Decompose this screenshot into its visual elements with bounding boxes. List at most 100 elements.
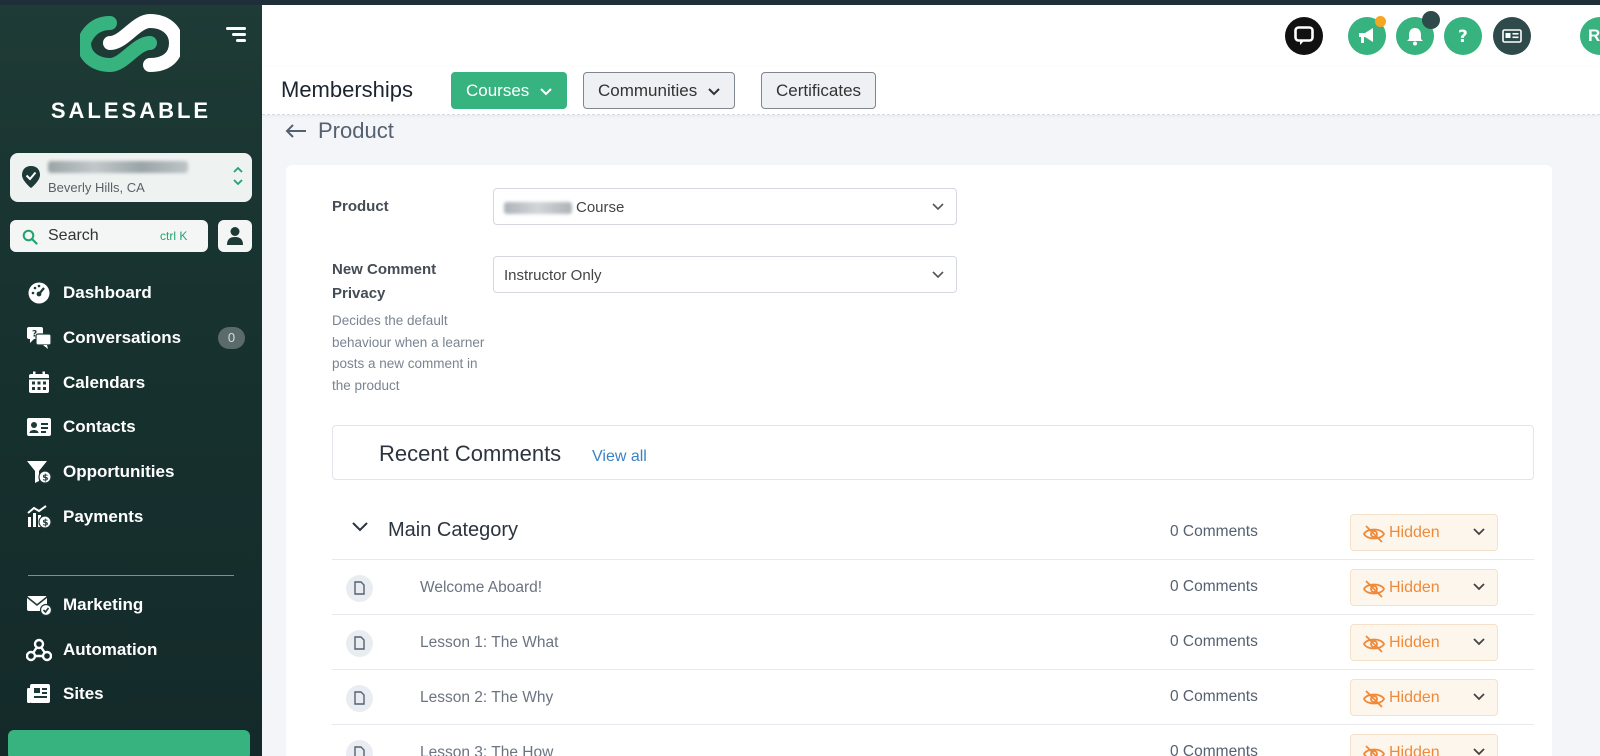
comment-privacy-select[interactable]: Instructor Only bbox=[493, 256, 957, 293]
search-icon bbox=[22, 229, 38, 245]
sidebar-item-dashboard[interactable]: Dashboard bbox=[26, 278, 251, 308]
tab-label: Certificates bbox=[776, 81, 862, 100]
user-avatar[interactable]: RL bbox=[1580, 17, 1600, 55]
visibility-value: Hidden bbox=[1389, 744, 1440, 756]
visibility-value: Hidden bbox=[1389, 524, 1440, 541]
sidebar-item-marketing[interactable]: Marketing bbox=[26, 590, 251, 620]
privacy-field-label-line2: Privacy bbox=[332, 285, 386, 302]
eye-slash-icon bbox=[1363, 690, 1385, 708]
comment-count: 0 Comments bbox=[1170, 633, 1258, 650]
sidebar-divider bbox=[28, 575, 234, 576]
question-icon: ? bbox=[1458, 27, 1468, 46]
product-field-label: Product bbox=[332, 198, 389, 215]
visibility-select[interactable]: Hidden bbox=[1350, 679, 1498, 716]
svg-text:?: ? bbox=[1458, 27, 1468, 46]
calendar-icon bbox=[29, 371, 49, 393]
sidebar-item-automation[interactable]: Automation bbox=[26, 635, 251, 665]
top-header: ? RL bbox=[262, 5, 1600, 67]
id-card-icon bbox=[1502, 29, 1522, 43]
chat-icon bbox=[1294, 26, 1314, 45]
lesson-title: Lesson 3: The How bbox=[420, 744, 554, 756]
arrow-left-icon bbox=[285, 124, 306, 138]
sidebar-item-label: Marketing bbox=[63, 595, 144, 614]
product-select[interactable]: Course bbox=[493, 188, 957, 225]
tab-courses[interactable]: Courses bbox=[451, 72, 568, 109]
privacy-select-value: Instructor Only bbox=[504, 267, 602, 284]
document-icon bbox=[346, 575, 373, 602]
chevron-down-icon bbox=[1473, 638, 1485, 646]
sidebar-collapse-icon[interactable] bbox=[226, 27, 248, 49]
redacted-text bbox=[504, 202, 572, 215]
support-chat-button[interactable] bbox=[1285, 17, 1323, 55]
notifications-button[interactable] bbox=[1396, 11, 1440, 55]
profile-button[interactable] bbox=[218, 220, 252, 252]
visibility-select[interactable]: Hidden bbox=[1350, 624, 1498, 661]
chat-bubbles-icon: ? bbox=[27, 327, 52, 349]
contact-card-icon bbox=[27, 418, 51, 436]
sidebar-item-label: Conversations bbox=[63, 328, 182, 347]
sidebar-item-label: Calendars bbox=[63, 373, 146, 392]
privacy-help-text: Decides the default behaviour when a lea… bbox=[332, 313, 485, 393]
lesson-row: Lesson 1: The What 0 Comments Hidden bbox=[332, 615, 1534, 670]
category-title: Main Category bbox=[388, 519, 519, 541]
svg-text:$: $ bbox=[42, 474, 48, 484]
memberships-subheader: Memberships Courses Communities Certific… bbox=[262, 67, 1600, 115]
bell-icon bbox=[1407, 28, 1423, 46]
view-all-link[interactable]: View all bbox=[592, 448, 647, 466]
tab-communities[interactable]: Communities bbox=[583, 72, 735, 109]
recent-comments-header: Recent Comments View all bbox=[332, 425, 1534, 480]
account-card-button[interactable] bbox=[1493, 17, 1531, 55]
visibility-select[interactable]: Hidden bbox=[1350, 514, 1498, 551]
eye-slash-icon bbox=[1363, 635, 1385, 653]
sidebar-item-opportunities[interactable]: $ Opportunities bbox=[26, 457, 251, 487]
comment-count: 0 Comments bbox=[1170, 523, 1258, 540]
chart-dollar-icon: $ bbox=[27, 505, 52, 529]
tab-label: Courses bbox=[466, 81, 530, 100]
tab-certificates[interactable]: Certificates bbox=[761, 72, 877, 109]
chevron-down-icon bbox=[540, 87, 552, 95]
visibility-select[interactable]: Hidden bbox=[1350, 569, 1498, 606]
visibility-select[interactable]: Hidden bbox=[1350, 734, 1498, 756]
comment-count: 0 Comments bbox=[1170, 688, 1258, 705]
sidebar-item-label: Opportunities bbox=[63, 462, 175, 481]
salesable-logo-icon bbox=[76, 13, 184, 78]
lesson-row: Welcome Aboard! 0 Comments Hidden bbox=[332, 560, 1534, 615]
notification-dot bbox=[1422, 11, 1440, 29]
chevron-down-icon bbox=[1473, 583, 1485, 591]
svg-text:$: $ bbox=[42, 519, 48, 529]
chevron-down-icon bbox=[1473, 528, 1485, 536]
product-select-value: Course bbox=[504, 199, 624, 216]
envelope-check-icon bbox=[26, 596, 52, 617]
location-name-redacted bbox=[48, 161, 188, 173]
comment-count: 0 Comments bbox=[1170, 578, 1258, 595]
sidebar-item-sites[interactable]: Sites bbox=[26, 679, 251, 709]
svg-text:?: ? bbox=[32, 330, 37, 340]
visibility-value: Hidden bbox=[1389, 689, 1440, 706]
lesson-row: Lesson 3: The How 0 Comments Hidden bbox=[332, 725, 1534, 756]
sidebar-item-contacts[interactable]: Contacts bbox=[26, 412, 251, 442]
location-switcher[interactable]: Beverly Hills, CA bbox=[10, 153, 252, 202]
visibility-value: Hidden bbox=[1389, 579, 1440, 596]
sidebar-item-active[interactable] bbox=[8, 730, 250, 756]
sidebar-item-conversations[interactable]: ? Conversations 0 bbox=[26, 323, 251, 353]
sidebar: SALESABLE Beverly Hills, CA Search ctrl … bbox=[0, 5, 262, 756]
chevron-down-icon[interactable] bbox=[352, 522, 368, 532]
chevron-down-icon bbox=[1473, 748, 1485, 756]
comment-count: 0 Comments bbox=[1170, 743, 1258, 756]
document-icon bbox=[346, 630, 373, 657]
recent-comments-title: Recent Comments bbox=[379, 441, 562, 466]
search-button[interactable]: Search ctrl K bbox=[10, 220, 208, 252]
unread-count-badge: 0 bbox=[218, 327, 245, 349]
announcements-button[interactable] bbox=[1348, 16, 1386, 55]
user-icon bbox=[227, 227, 243, 245]
visibility-value: Hidden bbox=[1389, 634, 1440, 651]
newspaper-icon bbox=[27, 684, 50, 703]
sidebar-item-label: Automation bbox=[63, 640, 158, 659]
sidebar-item-payments[interactable]: $ Payments bbox=[26, 502, 251, 532]
funnel-dollar-icon: $ bbox=[27, 461, 52, 484]
help-button[interactable]: ? bbox=[1444, 17, 1482, 55]
chevron-down-icon bbox=[932, 203, 944, 211]
sidebar-item-calendars[interactable]: Calendars bbox=[26, 368, 251, 398]
sidebar-item-label: Payments bbox=[63, 507, 144, 526]
webhook-icon bbox=[26, 638, 52, 662]
